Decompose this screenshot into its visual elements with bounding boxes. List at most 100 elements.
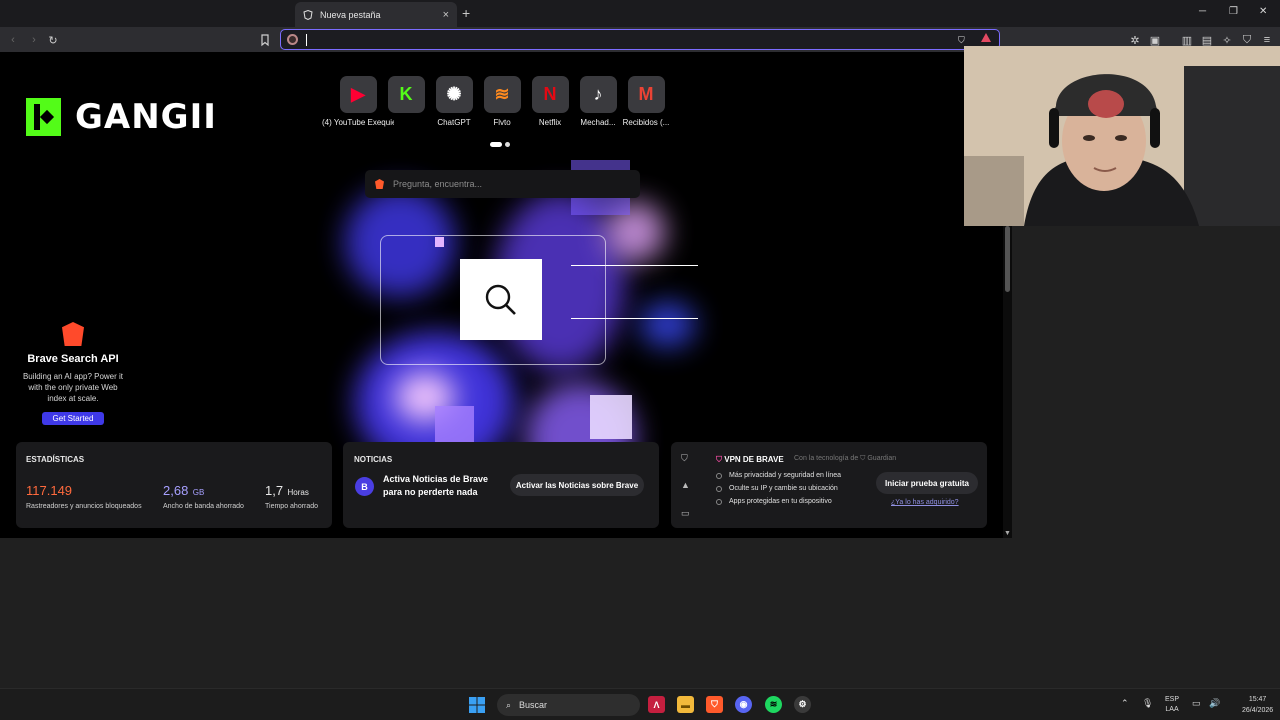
clock-time: 15:47 bbox=[1248, 696, 1267, 703]
keyboard-layout: LAA bbox=[1165, 706, 1179, 713]
logo-text: GANGII bbox=[75, 97, 217, 137]
tab-close-icon[interactable]: × bbox=[443, 9, 449, 21]
new-tab-button[interactable]: + bbox=[462, 5, 470, 21]
volume-icon[interactable]: 🔊 bbox=[1209, 698, 1220, 709]
search-icon bbox=[485, 284, 516, 315]
wallet-icon[interactable]: ▤ bbox=[1200, 33, 1214, 47]
api-description: Building an AI app? Power it with the on… bbox=[22, 372, 124, 403]
brave-logo-icon bbox=[62, 322, 84, 346]
vpn-icon[interactable]: ⛉ bbox=[1240, 33, 1254, 47]
file-explorer-icon[interactable]: ▬ bbox=[677, 696, 694, 713]
get-started-button[interactable]: Get Started bbox=[41, 412, 105, 425]
address-input[interactable] bbox=[306, 33, 926, 46]
search-icon: ⌕ bbox=[506, 699, 512, 710]
brave-shield-icon bbox=[303, 9, 313, 20]
clock[interactable]: 15:47 26/4/2026 bbox=[1242, 694, 1273, 716]
top-site-tile[interactable]: ▶(4) YouTube Exequiel St... bbox=[322, 76, 394, 127]
top-sites: ▶(4) YouTube Exequiel St...K✺ChatGPT≋Flv… bbox=[322, 76, 670, 127]
stat-label: Ancho de banda ahorrado bbox=[163, 503, 244, 510]
stat-unit: GB bbox=[192, 488, 205, 497]
chatgpt-icon: ✺ bbox=[435, 76, 473, 113]
forward-icon[interactable]: › bbox=[27, 33, 41, 47]
gmail-icon: M bbox=[627, 76, 665, 113]
site-info-icon[interactable] bbox=[287, 34, 298, 45]
vpn-feature-text: Oculte su IP y cambie su ubicación bbox=[729, 485, 838, 492]
spotify-icon[interactable]: ≋ bbox=[765, 696, 782, 713]
talk-tab-icon[interactable]: ▭ bbox=[681, 508, 690, 519]
stat-value: 1,7 bbox=[265, 483, 284, 498]
text-caret bbox=[306, 34, 307, 46]
vpn-feature: Oculte su IP y cambie su ubicación bbox=[716, 485, 838, 492]
leo-ai-icon[interactable]: ✧ bbox=[1220, 33, 1234, 47]
vpn-title: ⛉ VPN DE BRAVE bbox=[716, 455, 784, 464]
vpn-tab-icon[interactable]: ⛉ bbox=[681, 453, 688, 464]
news-widget: NOTICIAS B Activa Noticias de Brave para… bbox=[343, 442, 659, 528]
tab-new-tab[interactable]: Nueva pestaña × bbox=[295, 2, 457, 27]
flvto-icon: ≋ bbox=[483, 76, 521, 113]
vpn-feature: Apps protegidas en tu dispositivo bbox=[716, 498, 832, 505]
check-icon bbox=[716, 472, 722, 479]
tab-groups-icon[interactable]: ▣ bbox=[1148, 33, 1162, 47]
bookmark-icon[interactable] bbox=[258, 33, 272, 47]
title-bar: Nueva pestaña × + ─ ❐ ✕ bbox=[0, 0, 1280, 27]
windows-start-icon[interactable] bbox=[469, 697, 485, 713]
tab-title: Nueva pestaña bbox=[320, 9, 381, 20]
top-site-label: Recibidos (... bbox=[622, 118, 670, 127]
search-input[interactable] bbox=[393, 179, 623, 189]
taskbar-search[interactable]: ⌕ Buscar bbox=[497, 694, 640, 716]
close-window-button[interactable]: ✕ bbox=[1259, 6, 1267, 17]
network-icon[interactable]: ▭ bbox=[1192, 698, 1201, 709]
new-tab-page: GANGII ▶(4) YouTube Exequiel St...K✺Chat… bbox=[0, 52, 1012, 538]
taskbar-search-label: Buscar bbox=[519, 700, 548, 710]
extensions-icon[interactable]: ✲ bbox=[1128, 33, 1142, 47]
sidebar-icon[interactable]: ▥ bbox=[1180, 33, 1194, 47]
vpn-feature-text: Más privacidad y seguridad en línea bbox=[729, 472, 842, 479]
brave-search-api-card: Brave Search API Building an AI app? Pow… bbox=[18, 322, 128, 426]
already-purchased-link[interactable]: ¿Ya lo has adquirido? bbox=[891, 499, 959, 506]
stat-bandwidth: 2,68 GB Ancho de banda ahorrado bbox=[163, 482, 244, 510]
language-code: ESP bbox=[1165, 696, 1180, 703]
brave-browser-icon[interactable]: ⛉ bbox=[706, 696, 723, 713]
taskbar: ⌕ Buscar Λ ▬ ⛉ ◉ ≋ ⚙ ⌃ 🎙 ESP LAA ▭ 🔊 15:… bbox=[0, 688, 1280, 720]
vpn-feature-text: Apps protegidas en tu dispositivo bbox=[729, 498, 832, 505]
vpn-title-text: VPN DE BRAVE bbox=[724, 455, 784, 464]
tiktok-icon: ♪ bbox=[579, 76, 617, 113]
stats-title: ESTADÍSTICAS bbox=[26, 455, 85, 464]
kick-logo: GANGII bbox=[26, 97, 217, 137]
brave-search-icon bbox=[375, 179, 384, 189]
address-bar[interactable] bbox=[280, 29, 1000, 50]
magnifier-tile bbox=[460, 259, 542, 340]
scrollbar-thumb[interactable] bbox=[1005, 226, 1010, 292]
brave-rewards-icon[interactable] bbox=[981, 33, 991, 42]
stat-value: 2,68 bbox=[163, 483, 189, 498]
api-title: Brave Search API bbox=[27, 353, 119, 365]
webcam-person-image bbox=[964, 46, 1280, 226]
language-indicator[interactable]: ESP LAA bbox=[1165, 695, 1179, 715]
clock-date: 26/4/2026 bbox=[1242, 707, 1274, 714]
vpn-widget: ⛉ ▲ ▭ ⛉ VPN DE BRAVE Con la tecnología d… bbox=[671, 442, 987, 528]
scroll-down-icon[interactable]: ▼ bbox=[1004, 530, 1011, 537]
tray-expand-icon[interactable]: ⌃ bbox=[1121, 698, 1129, 709]
enable-news-button[interactable]: Activar las Noticias sobre Brave bbox=[510, 474, 644, 496]
brave-shields-icon[interactable]: ⛉ bbox=[958, 35, 968, 45]
microphone-icon[interactable]: 🎙 bbox=[1142, 698, 1153, 709]
check-icon bbox=[716, 498, 722, 505]
youtube-icon: ▶ bbox=[339, 76, 377, 113]
steam-icon[interactable]: ⚙ bbox=[794, 696, 811, 713]
netflix-icon: N bbox=[531, 76, 569, 113]
maximize-button[interactable]: ❐ bbox=[1229, 6, 1238, 17]
discord-icon[interactable]: ◉ bbox=[735, 696, 752, 713]
rewards-tab-icon[interactable]: ▲ bbox=[681, 480, 690, 490]
reload-icon[interactable]: ↻ bbox=[46, 33, 60, 47]
vpn-subtitle: Con la tecnología de ⛉ Guardian bbox=[794, 455, 897, 462]
stats-widget: ESTADÍSTICAS 117.149 Rastreadores y anun… bbox=[16, 442, 332, 528]
menu-icon[interactable]: ≡ bbox=[1260, 33, 1274, 47]
app-icon[interactable]: Λ bbox=[648, 696, 665, 713]
minimize-button[interactable]: ─ bbox=[1199, 6, 1206, 17]
stat-label: Rastreadores y anuncios bloqueados bbox=[26, 503, 142, 510]
empty-area bbox=[0, 538, 1280, 688]
back-icon[interactable]: ‹ bbox=[6, 33, 20, 47]
top-site-tile[interactable]: M Recibidos (... bbox=[622, 76, 670, 127]
search-box[interactable] bbox=[365, 170, 640, 198]
start-trial-button[interactable]: Iniciar prueba gratuita bbox=[876, 472, 978, 494]
